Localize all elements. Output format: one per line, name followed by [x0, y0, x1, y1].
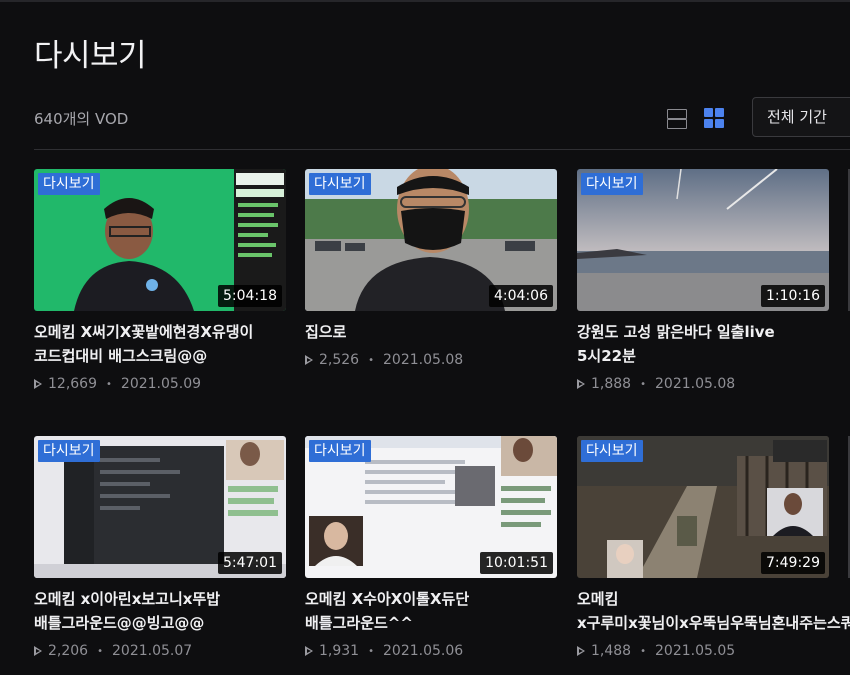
video-thumbnail[interactable]: 다시보기 7:49:29	[577, 436, 829, 578]
list-view-icon[interactable]	[666, 107, 688, 129]
page-title: 다시보기	[34, 38, 147, 74]
video-card[interactable]: 다시보기 7:49:29 오메킴 x구루미x꽃님이x우뚝님우뚝님혼내주는스쿼드 …	[577, 436, 850, 659]
view-count: 12,669	[48, 376, 97, 392]
video-duration: 10:01:51	[480, 552, 553, 574]
play-count-icon	[577, 379, 585, 389]
vod-badge: 다시보기	[38, 440, 100, 462]
video-duration: 1:10:16	[761, 285, 825, 307]
video-card[interactable]: 다시보기 1:10:16 강원도 고성 맑은바다 일출live 5시22분 1,…	[577, 169, 829, 392]
video-thumbnail[interactable]: 다시보기 1:10:16	[577, 169, 829, 311]
video-card[interactable]: 다시보기 4:04:06 집으로 2,526 • 2021.05.08	[305, 169, 557, 368]
upload-date: 2021.05.08	[383, 352, 464, 368]
video-meta: 1,888 • 2021.05.08	[577, 376, 829, 392]
play-count-icon	[34, 379, 42, 389]
video-duration: 7:49:29	[761, 552, 825, 574]
video-card[interactable]: 다시보기 5:47:01 오메킴 x이아린x보고니x뚜밥 배틀그라운드@@빙고@…	[34, 436, 286, 659]
upload-date: 2021.05.05	[655, 643, 736, 659]
video-title[interactable]: 집으로	[305, 320, 557, 344]
video-meta: 1,488 • 2021.05.05	[577, 643, 829, 659]
vod-badge: 다시보기	[309, 440, 371, 462]
view-count: 1,888	[591, 376, 632, 392]
header-divider	[34, 149, 850, 150]
video-title[interactable]: 오메킴 X수아X이톨X듀단 배틀그라운드^^	[305, 587, 557, 635]
vod-badge: 다시보기	[38, 173, 100, 195]
video-card[interactable]: 다시보기 10:01:51 오메킴 X수아X이톨X듀단 배틀그라운드^^ 1,9…	[305, 436, 557, 659]
video-duration: 5:04:18	[218, 285, 282, 307]
video-duration: 4:04:06	[489, 285, 553, 307]
video-title[interactable]: 오메킴 x이아린x보고니x뚜밥 배틀그라운드@@빙고@@	[34, 587, 286, 635]
play-count-icon	[34, 646, 42, 656]
view-count: 1,931	[319, 643, 360, 659]
view-count: 2,206	[48, 643, 89, 659]
upload-date: 2021.05.07	[112, 643, 193, 659]
upload-date: 2021.05.08	[655, 376, 736, 392]
separator-dot: •	[368, 354, 374, 366]
upload-date: 2021.05.06	[383, 643, 464, 659]
play-count-icon	[305, 355, 313, 365]
video-meta: 1,931 • 2021.05.06	[305, 643, 557, 659]
separator-dot: •	[97, 645, 103, 657]
separator-dot: •	[368, 645, 374, 657]
view-count: 1,488	[591, 643, 632, 659]
video-title[interactable]: 오메킴 x구루미x꽃님이x우뚝님우뚝님혼내주는스쿼드	[577, 587, 850, 635]
video-thumbnail[interactable]: 다시보기 4:04:06	[305, 169, 557, 311]
video-meta: 2,206 • 2021.05.07	[34, 643, 286, 659]
separator-dot: •	[106, 378, 112, 390]
vod-badge: 다시보기	[309, 173, 371, 195]
video-thumbnail[interactable]: 다시보기 10:01:51	[305, 436, 557, 578]
top-border	[0, 0, 850, 2]
period-filter-select[interactable]: 전체 기간	[752, 97, 850, 137]
grid-view-icon[interactable]	[703, 107, 725, 129]
video-thumbnail[interactable]: 다시보기 5:04:18	[34, 169, 286, 311]
video-thumbnail[interactable]: 다시보기 5:47:01	[34, 436, 286, 578]
play-count-icon	[305, 646, 313, 656]
video-meta: 2,526 • 2021.05.08	[305, 352, 557, 368]
view-count: 2,526	[319, 352, 360, 368]
separator-dot: •	[640, 378, 646, 390]
vod-count: 640개의 VOD	[34, 110, 129, 128]
upload-date: 2021.05.09	[120, 376, 202, 392]
video-duration: 5:47:01	[218, 552, 282, 574]
video-title[interactable]: 강원도 고성 맑은바다 일출live 5시22분	[577, 320, 829, 368]
video-card[interactable]: 다시보기 5:04:18 오메킴 X써기X꽃밭에현경X유댕이 코드컵대비 배그스…	[34, 169, 286, 392]
vod-badge: 다시보기	[581, 440, 643, 462]
video-title[interactable]: 오메킴 X써기X꽃밭에현경X유댕이 코드컵대비 배그스크림@@	[34, 320, 286, 368]
play-count-icon	[577, 646, 585, 656]
video-meta: 12,669 • 2021.05.09	[34, 376, 286, 392]
separator-dot: •	[640, 645, 646, 657]
vod-badge: 다시보기	[581, 173, 643, 195]
